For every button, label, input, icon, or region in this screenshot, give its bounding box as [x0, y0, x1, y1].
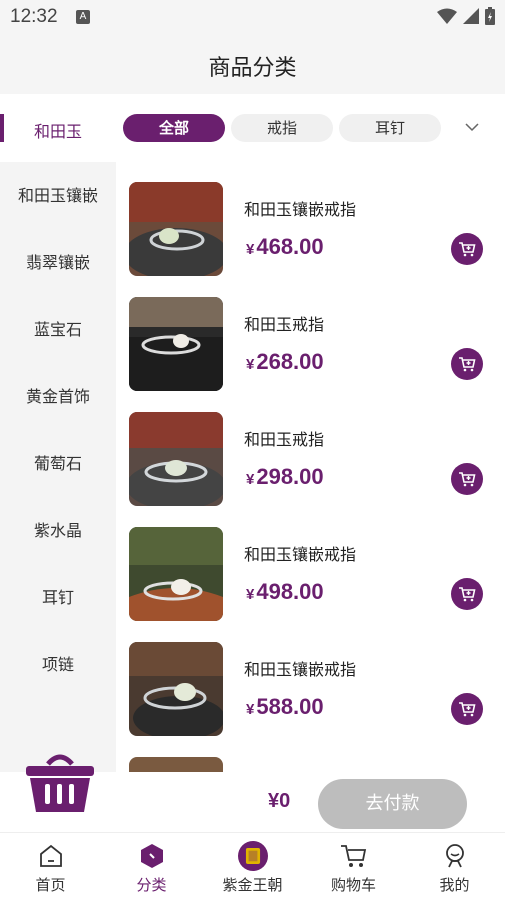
product-item[interactable]: 和田玉镶嵌戒指 ¥588.00: [116, 622, 505, 737]
tab-label: 我的: [439, 876, 470, 894]
status-bar: 12:32 A: [0, 0, 505, 36]
product-image[interactable]: [129, 297, 223, 391]
header: 商品分类: [0, 36, 505, 94]
sidebar-item[interactable]: 翡翠镶嵌: [0, 229, 116, 296]
product-name: 和田玉镶嵌戒指: [244, 200, 357, 219]
price-value: 498.00: [256, 579, 324, 604]
sidebar-item[interactable]: 紫水晶: [0, 497, 116, 564]
page-title: 商品分类: [208, 56, 297, 81]
signal-icon: [463, 8, 479, 24]
product-item-partial[interactable]: [116, 737, 505, 772]
tab-category[interactable]: 分类: [101, 833, 202, 897]
selected-category-label[interactable]: 和田玉: [18, 118, 98, 142]
category-icon: [141, 844, 163, 868]
chip-earrings[interactable]: 耳钉: [339, 114, 441, 142]
add-to-cart-button[interactable]: [451, 463, 483, 495]
cart-icon: [459, 242, 476, 257]
add-to-cart-button[interactable]: [451, 693, 483, 725]
product-image[interactable]: [129, 642, 223, 736]
cart-icon: [459, 472, 476, 487]
product-item[interactable]: 和田玉戒指 ¥298.00: [116, 392, 505, 507]
product-name: 和田玉镶嵌戒指: [244, 545, 357, 564]
tab-profile[interactable]: 我的: [404, 833, 505, 897]
product-price: ¥268.00: [246, 349, 324, 375]
tab-cart[interactable]: 购物车: [303, 833, 404, 897]
home-icon: [40, 844, 62, 867]
product-item[interactable]: 和田玉戒指 ¥268.00: [116, 277, 505, 392]
add-to-cart-button[interactable]: [451, 233, 483, 265]
product-name: 和田玉戒指: [244, 315, 325, 334]
product-item[interactable]: 和田玉镶嵌戒指 ¥468.00: [116, 162, 505, 277]
filter-row: 和田玉 全部 戒指 耳钉: [0, 94, 505, 162]
product-name: 和田玉戒指: [244, 430, 325, 449]
sidebar-item[interactable]: 项链: [0, 631, 116, 698]
category-sidebar: 和田玉镶嵌 翡翠镶嵌 蓝宝石 黄金首饰 葡萄石 紫水晶 耳钉 项链: [0, 162, 116, 772]
notification-icon: A: [76, 10, 90, 24]
cart-icon: [341, 845, 367, 867]
brand-logo-icon: [238, 841, 268, 871]
chip-all[interactable]: 全部: [123, 114, 225, 142]
currency-symbol: ¥: [246, 356, 255, 373]
chip-rings[interactable]: 戒指: [231, 114, 333, 142]
product-image[interactable]: [129, 757, 223, 772]
price-value: 468.00: [256, 234, 324, 259]
tab-label: 首页: [35, 876, 66, 894]
sidebar-item[interactable]: 耳钉: [0, 564, 116, 631]
sidebar-item[interactable]: 和田玉镶嵌: [0, 162, 116, 229]
product-image[interactable]: [129, 412, 223, 506]
add-to-cart-button[interactable]: [451, 348, 483, 380]
product-price: ¥588.00: [246, 694, 324, 720]
product-price: ¥298.00: [246, 464, 324, 490]
product-image[interactable]: [129, 527, 223, 621]
currency-symbol: ¥: [246, 241, 255, 258]
category-indicator: [0, 114, 4, 142]
price-value: 588.00: [256, 694, 324, 719]
cart-icon: [459, 587, 476, 602]
cart-icon: [459, 702, 476, 717]
bottom-tab-bar: 首页 分类 紫金王朝 购物车 我的: [0, 832, 505, 897]
tab-label: 分类: [136, 876, 167, 894]
tab-brand[interactable]: 紫金王朝: [202, 833, 303, 897]
product-price: ¥468.00: [246, 234, 324, 260]
sidebar-item[interactable]: 蓝宝石: [0, 296, 116, 363]
profile-icon: [446, 844, 464, 868]
price-value: 268.00: [256, 349, 324, 374]
checkout-button[interactable]: 去付款: [318, 779, 467, 829]
status-icons: [437, 7, 495, 25]
currency-symbol: ¥: [246, 586, 255, 603]
product-item[interactable]: 和田玉镶嵌戒指 ¥498.00: [116, 507, 505, 622]
chevron-down-icon[interactable]: [464, 120, 480, 134]
tab-label: 紫金王朝: [222, 876, 283, 894]
basket-icon[interactable]: [24, 750, 96, 814]
currency-symbol: ¥: [246, 701, 255, 718]
currency-symbol: ¥: [246, 471, 255, 488]
battery-icon: [485, 7, 495, 25]
cart-total: ¥0: [268, 790, 291, 812]
product-price: ¥498.00: [246, 579, 324, 605]
status-time: 12:32: [10, 6, 58, 27]
product-name: 和田玉镶嵌戒指: [244, 660, 357, 679]
cart-icon: [459, 357, 476, 372]
add-to-cart-button[interactable]: [451, 578, 483, 610]
price-value: 298.00: [256, 464, 324, 489]
wifi-icon: [437, 8, 457, 24]
sidebar-item[interactable]: 葡萄石: [0, 430, 116, 497]
product-image[interactable]: [129, 182, 223, 276]
sidebar-item[interactable]: 黄金首饰: [0, 363, 116, 430]
tab-label: 购物车: [330, 876, 376, 894]
product-list: 和田玉镶嵌戒指 ¥468.00 和田玉戒指 ¥268.00 和田玉戒指 ¥298…: [116, 162, 505, 772]
tab-home[interactable]: 首页: [0, 833, 101, 897]
